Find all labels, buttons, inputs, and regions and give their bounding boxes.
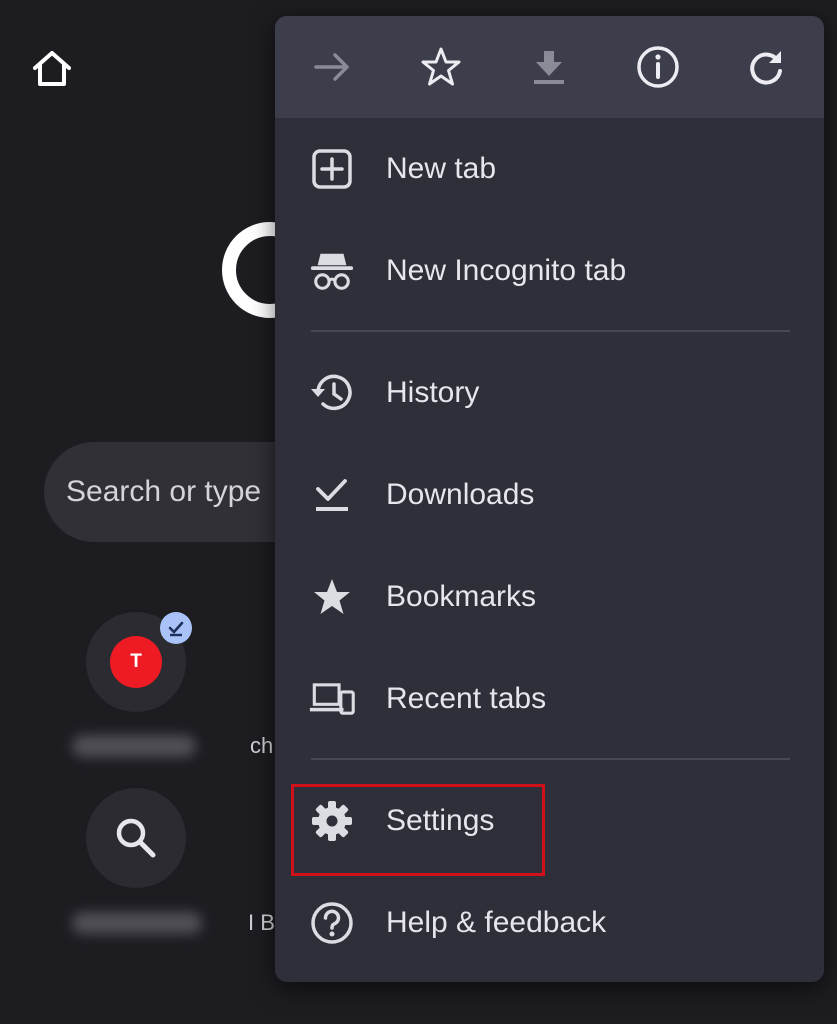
download-button[interactable] — [512, 30, 586, 104]
new-tab-icon — [309, 146, 355, 192]
forward-button[interactable] — [296, 30, 370, 104]
menu-divider — [311, 330, 790, 332]
shortcut-label-blurred — [72, 735, 196, 757]
bookmark-button[interactable] — [404, 30, 478, 104]
page-info-button[interactable] — [621, 30, 695, 104]
menu-item-label: Recent tabs — [386, 682, 547, 715]
bookmarks-icon — [309, 574, 355, 620]
shortcut-label-blurred — [72, 912, 202, 934]
home-icon — [33, 51, 71, 86]
bookmark-star-icon — [421, 47, 461, 86]
incognito-icon — [309, 248, 355, 294]
menu-item-new-incognito-tab[interactable]: New Incognito tab — [275, 220, 824, 322]
menu-item-new-tab[interactable]: New tab — [275, 118, 824, 220]
shortcut-label-peek: ch — [250, 733, 274, 758]
recent-tabs-icon — [309, 676, 355, 722]
shortcut-label-peek: I B — [248, 910, 275, 935]
menu-item-downloads[interactable]: Downloads — [275, 444, 824, 546]
download-icon — [534, 51, 565, 84]
settings-highlight-box — [291, 784, 545, 876]
help-icon — [309, 900, 355, 946]
reload-button[interactable] — [729, 30, 803, 104]
home-button[interactable] — [28, 44, 76, 92]
menu-toolbar — [275, 16, 824, 118]
menu-item-help-feedback[interactable]: Help & feedback — [275, 872, 824, 974]
menu-divider — [311, 758, 790, 760]
menu-item-label: History — [386, 376, 480, 409]
reload-icon — [750, 51, 782, 85]
info-icon — [636, 46, 679, 88]
search-placeholder: Search or type — [66, 475, 262, 508]
forward-icon — [314, 53, 349, 81]
badge-icon — [160, 612, 192, 644]
menu-item-label: New Incognito tab — [386, 254, 627, 287]
menu-item-recent-tabs[interactable]: Recent tabs — [275, 648, 824, 750]
menu-item-label: New tab — [386, 152, 497, 185]
shortcut-tile-search[interactable] — [86, 788, 186, 888]
menu-item-history[interactable]: History — [275, 342, 824, 444]
menu-item-label: Downloads — [386, 478, 535, 511]
menu-item-bookmarks[interactable]: Bookmarks — [275, 546, 824, 648]
menu-item-label: Bookmarks — [386, 580, 537, 613]
search-icon — [116, 818, 156, 858]
menu-item-label: Help & feedback — [386, 906, 607, 939]
site-avatar: T — [110, 636, 162, 688]
downloads-icon — [309, 472, 355, 518]
history-icon — [309, 370, 355, 416]
